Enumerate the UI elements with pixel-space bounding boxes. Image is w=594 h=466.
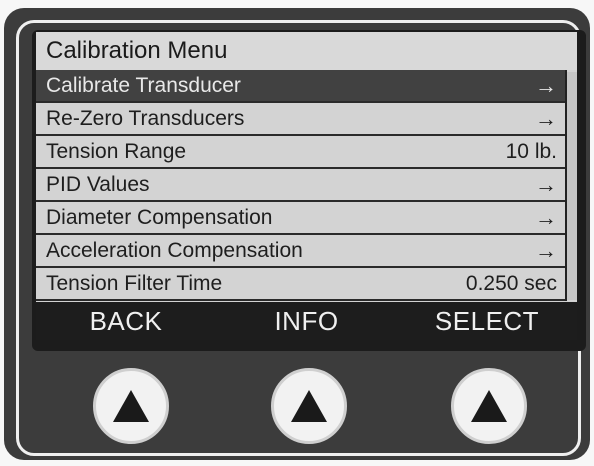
menu-title: Calibration Menu <box>36 32 577 70</box>
menu-item-label: Re-Zero Transducers <box>46 106 245 130</box>
right-arrow-icon: → <box>535 171 557 197</box>
menu-item-diameter-compensation[interactable]: Diameter Compensation → <box>36 202 565 235</box>
right-arrow-icon: → <box>535 105 557 131</box>
menu-item-label: Tension Filter Time <box>46 271 223 295</box>
softkey-info-label: INFO <box>274 305 339 336</box>
menu-item-re-zero-transducers[interactable]: Re-Zero Transducers → <box>36 103 565 136</box>
menu-item-tension-filter-time[interactable]: Tension Filter Time 0.250 sec <box>36 268 565 301</box>
menu-item-pid-values[interactable]: PID Values → <box>36 169 565 202</box>
menu-item-label: Tension Range <box>46 139 187 163</box>
up-triangle-icon <box>471 390 507 422</box>
lcd-screen: Calibration Menu Calibrate Transducer → … <box>36 32 577 340</box>
menu-item-value: 10 lb. <box>505 139 557 163</box>
menu-item-label: Acceleration Compensation <box>46 238 303 262</box>
menu-item-tension-range[interactable]: Tension Range 10 lb. <box>36 136 565 169</box>
right-arrow-icon: → <box>535 204 557 230</box>
up-triangle-icon <box>113 390 149 422</box>
left-softkey-button[interactable] <box>93 368 169 444</box>
menu-list: Calibrate Transducer → Re-Zero Transduce… <box>36 70 567 301</box>
right-softkey-button[interactable] <box>451 368 527 444</box>
scrollbar[interactable] <box>567 72 577 300</box>
menu-item-label: PID Values <box>46 172 150 196</box>
right-arrow-icon: → <box>535 237 557 263</box>
menu-item-calibrate-transducer[interactable]: Calibrate Transducer → <box>36 70 565 103</box>
middle-softkey-button[interactable] <box>271 368 347 444</box>
softkey-back-label: BACK <box>89 305 163 336</box>
up-triangle-icon <box>291 390 327 422</box>
right-arrow-icon: → <box>535 72 557 98</box>
softkey-bar: BACK INFO SELECT <box>36 302 577 340</box>
softkey-select-label: SELECT <box>434 305 540 336</box>
menu-item-acceleration-compensation[interactable]: Acceleration Compensation → <box>36 235 565 268</box>
menu-item-label: Calibrate Transducer <box>46 73 241 97</box>
menu-item-label: Diameter Compensation <box>46 205 273 229</box>
menu-item-value: 0.250 sec <box>465 271 557 295</box>
